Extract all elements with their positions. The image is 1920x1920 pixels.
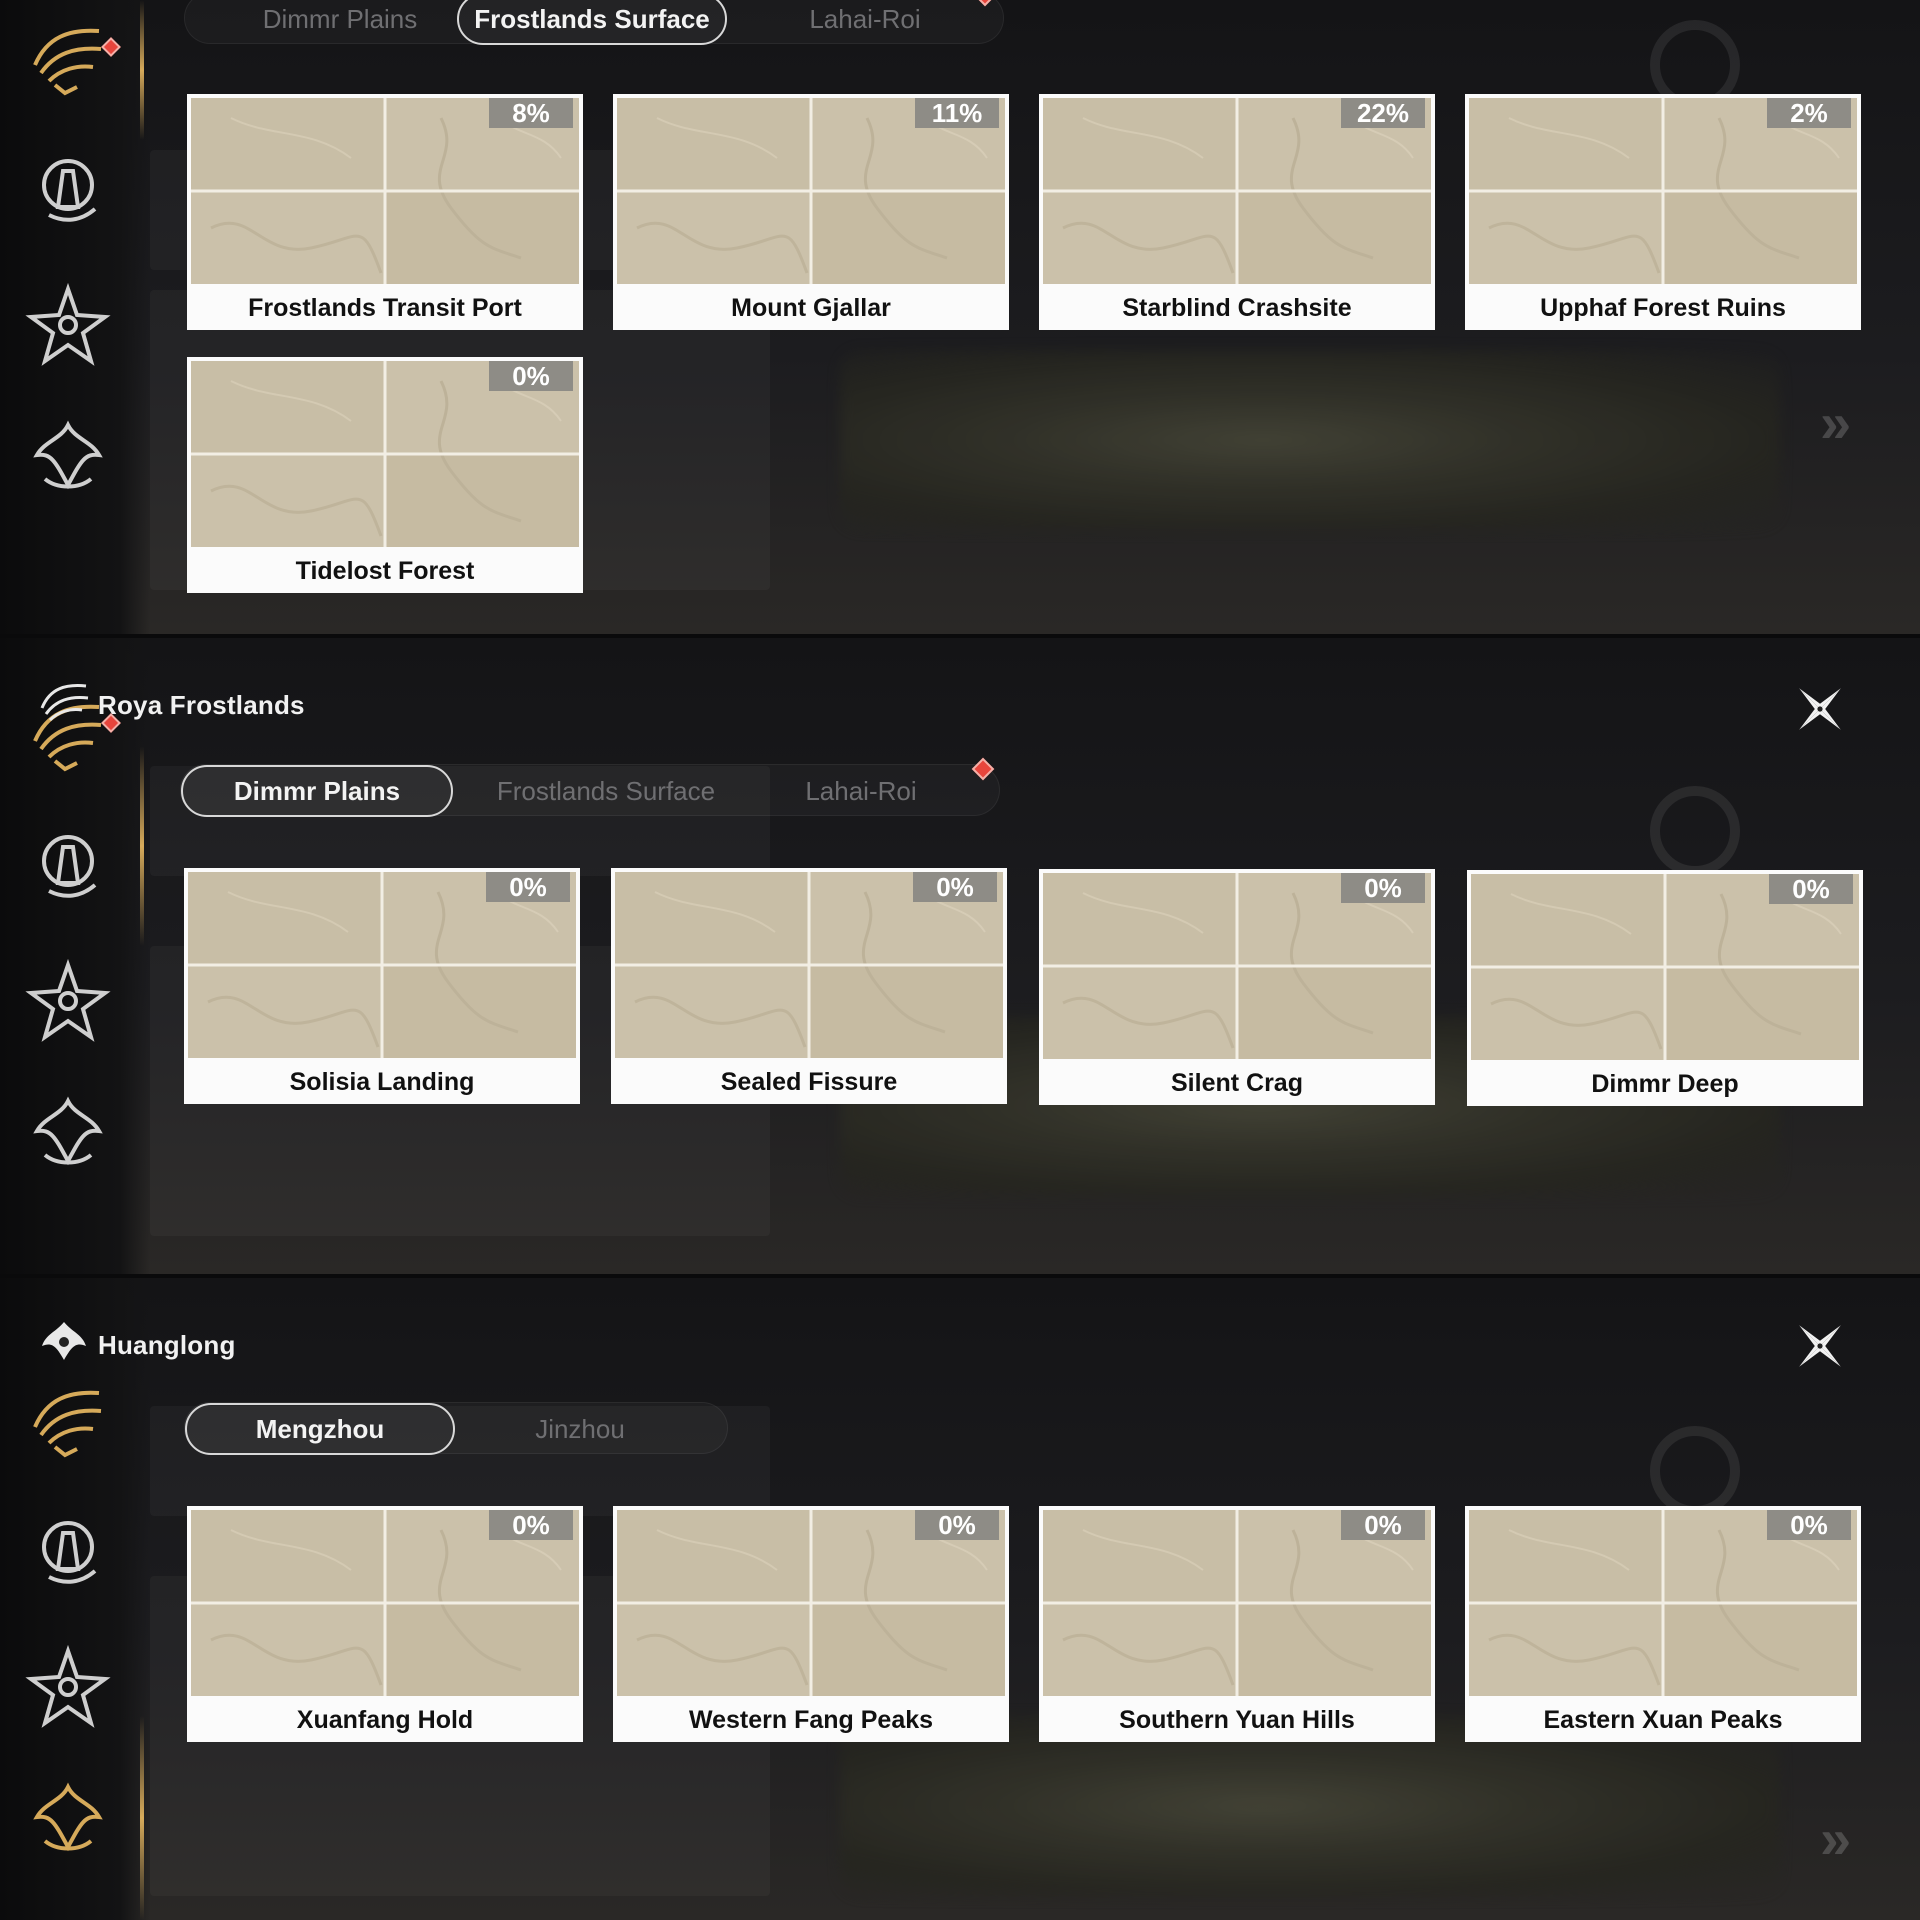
tab-mengzhou[interactable]: Mengzhou — [185, 1403, 455, 1455]
area-card[interactable]: 2% Upphaf Forest Ruins — [1465, 94, 1861, 330]
region-panel-frostlands-surface: » Dimmr Plains Frostlands Surface Lahai-… — [0, 0, 1920, 636]
progress-badge: 11% — [915, 98, 999, 128]
tower-emblem-icon[interactable] — [20, 1502, 116, 1598]
tab-dimmr-plains[interactable]: Dimmr Plains — [195, 0, 485, 45]
background-circle — [1650, 1426, 1740, 1516]
region-title: Huanglong — [98, 1330, 236, 1360]
progress-badge: 2% — [1767, 98, 1851, 128]
progress-badge: 0% — [1767, 1510, 1851, 1540]
sidebar — [0, 1276, 150, 1920]
sidebar — [0, 0, 150, 636]
tab-bar: Dimmr Plains Frostlands Surface Lahai-Ro… — [180, 757, 1000, 817]
progress-badge: 0% — [486, 872, 570, 902]
area-name: Xuanfang Hold — [296, 1705, 474, 1734]
tab-bar: Mengzhou Jinzhou — [184, 1402, 728, 1455]
area-card[interactable]: 0% Silent Crag — [1039, 869, 1435, 1105]
tab-lahai-roi[interactable]: Lahai-Roi — [741, 765, 981, 817]
area-name: Silent Crag — [1171, 1068, 1303, 1097]
background-circle — [1650, 786, 1740, 876]
progress-badge: 0% — [1341, 873, 1425, 903]
panel-divider — [0, 1274, 1920, 1278]
sidebar-active-line — [140, 1716, 144, 1920]
progress-badge: 22% — [1341, 98, 1425, 128]
area-name: Dimmr Deep — [1591, 1069, 1739, 1098]
dragon-emblem-icon[interactable] — [20, 1086, 116, 1182]
tab-bar: Dimmr Plains Frostlands Surface Lahai-Ro… — [184, 0, 1004, 45]
progress-badge: 0% — [489, 361, 573, 391]
area-name: Upphaf Forest Ruins — [1540, 293, 1786, 322]
area-card[interactable]: 0% Eastern Xuan Peaks — [1465, 1506, 1861, 1742]
dragon-crest-icon — [36, 1316, 92, 1366]
close-button[interactable] — [1790, 679, 1850, 739]
area-name: Starblind Crashsite — [1122, 293, 1352, 322]
region-panel-roya-frostlands: » Roya Frostlands Dimmr Plains Frostland… — [0, 636, 1920, 1276]
eagle-emblem-icon[interactable] — [20, 10, 116, 106]
area-card[interactable]: 11% Mount Gjallar — [613, 94, 1009, 330]
background-map-preview — [840, 350, 1780, 530]
progress-badge: 0% — [1769, 874, 1853, 904]
eagle-emblem-icon[interactable] — [20, 1372, 116, 1468]
area-card[interactable]: 0% Western Fang Peaks — [613, 1506, 1009, 1742]
region-panel-huanglong: » Huanglong Mengzhou Jinzhou 0% Xuanfang… — [0, 1276, 1920, 1920]
sidebar-active-line — [140, 0, 144, 140]
background-chevron: » — [1820, 1807, 1851, 1870]
area-card[interactable]: 8% Frostlands Transit Port — [187, 94, 583, 330]
panel-divider — [0, 634, 1920, 638]
area-name: Tidelost Forest — [295, 556, 475, 585]
tower-emblem-icon[interactable] — [20, 140, 116, 236]
sidebar — [0, 636, 150, 1276]
close-button[interactable] — [1790, 1316, 1850, 1376]
area-name: Solisia Landing — [289, 1067, 475, 1096]
tab-frostlands-surface[interactable]: Frostlands Surface — [461, 765, 751, 817]
area-name: Eastern Xuan Peaks — [1543, 1705, 1783, 1734]
background-chevron: » — [1820, 391, 1851, 454]
tab-jinzhou[interactable]: Jinzhou — [455, 1403, 705, 1455]
progress-badge: 0% — [489, 1510, 573, 1540]
sidebar-active-line — [140, 746, 144, 946]
area-card[interactable]: 0% Sealed Fissure — [611, 868, 1007, 1104]
progress-badge: 0% — [915, 1510, 999, 1540]
tab-lahai-roi[interactable]: Lahai-Roi — [745, 0, 985, 45]
area-name: Sealed Fissure — [720, 1067, 898, 1096]
progress-badge: 0% — [1341, 1510, 1425, 1540]
area-card[interactable]: 0% Solisia Landing — [184, 868, 580, 1104]
star-emblem-icon[interactable] — [20, 952, 116, 1048]
area-name: Southern Yuan Hills — [1119, 1705, 1355, 1734]
area-card[interactable]: 0% Xuanfang Hold — [187, 1506, 583, 1742]
progress-badge: 8% — [489, 98, 573, 128]
tab-frostlands-surface[interactable]: Frostlands Surface — [457, 0, 727, 45]
area-card[interactable]: 0% Southern Yuan Hills — [1039, 1506, 1435, 1742]
dragon-emblem-icon[interactable] — [20, 410, 116, 506]
area-card[interactable]: 0% Tidelost Forest — [187, 357, 583, 593]
progress-badge: 0% — [913, 872, 997, 902]
area-card[interactable]: 22% Starblind Crashsite — [1039, 94, 1435, 330]
star-emblem-icon[interactable] — [20, 1638, 116, 1734]
area-card[interactable]: 0% Dimmr Deep — [1467, 870, 1863, 1106]
background-map-preview — [840, 1716, 1780, 1896]
area-name: Frostlands Transit Port — [248, 293, 522, 322]
area-name: Western Fang Peaks — [688, 1705, 934, 1734]
eagle-crest-icon — [36, 678, 92, 728]
tab-dimmr-plains[interactable]: Dimmr Plains — [181, 765, 453, 817]
dragon-emblem-icon[interactable] — [20, 1772, 116, 1868]
area-name: Mount Gjallar — [731, 293, 891, 322]
star-emblem-icon[interactable] — [20, 276, 116, 372]
tower-emblem-icon[interactable] — [20, 816, 116, 912]
region-title: Roya Frostlands — [98, 690, 305, 720]
